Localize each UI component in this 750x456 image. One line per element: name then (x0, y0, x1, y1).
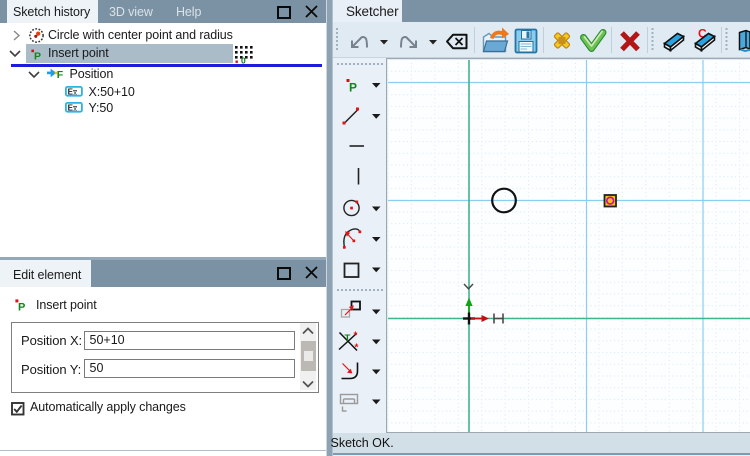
svg-text:P: P (18, 302, 25, 313)
svg-text:P: P (349, 80, 357, 94)
svg-text:x: x (73, 104, 77, 113)
svg-text:0: 0 (241, 56, 246, 65)
svg-text:*: * (355, 342, 359, 353)
svg-text:*: * (354, 330, 358, 341)
svg-text:T: T (345, 333, 351, 344)
svg-text:F: F (57, 69, 64, 81)
svg-text:x: x (73, 88, 77, 97)
svg-text:P: P (34, 51, 41, 62)
